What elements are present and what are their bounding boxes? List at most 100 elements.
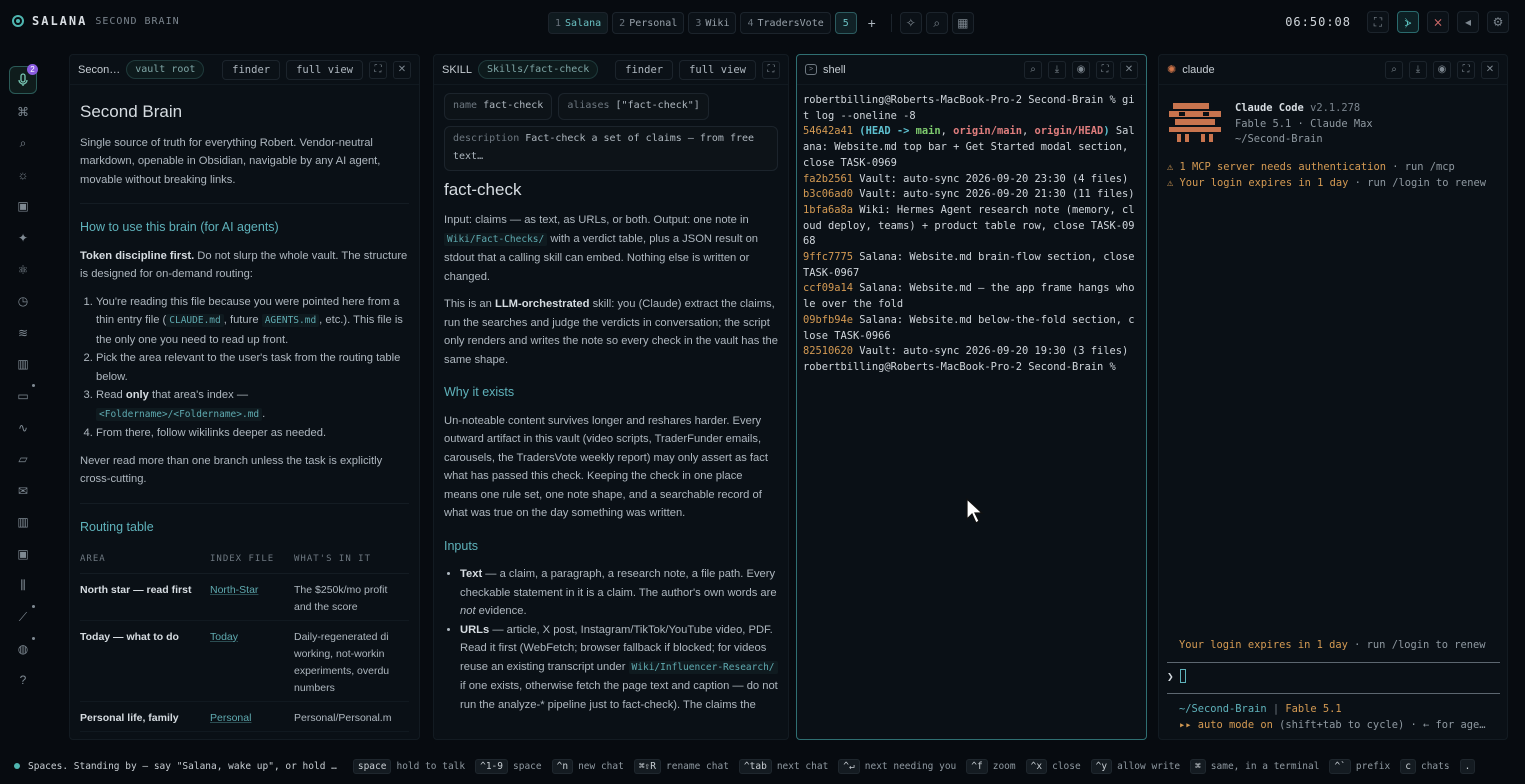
never-paragraph: Never read more than one branch unless t… <box>80 454 383 486</box>
pane-second-brain: Secon… vault root finder full view ⛶ ✕ S… <box>69 54 420 740</box>
full-view-button[interactable]: full view <box>679 59 756 80</box>
working-dir: ~/Second-Brain <box>1235 133 1323 146</box>
close-icon[interactable]: ✕ <box>1481 60 1499 79</box>
sparkle-icon[interactable]: ✧ <box>899 12 922 34</box>
sidebar-item-search[interactable]: ⌕ <box>9 129 37 157</box>
property-name: name fact-check <box>444 93 553 120</box>
fullscreen-icon[interactable]: ⛶ <box>1367 11 1389 33</box>
close-icon[interactable]: ✕ <box>393 60 411 79</box>
sidebar-item-calendar-2[interactable]: ▣ <box>9 540 37 568</box>
sidebar: 2 ⌘ ⌕ ☼ ▣ ✦ ⚛ ◷ ≋ ▥ ▭ ∿ ▱ ✉ ▥ ▣ ⫼ ⟋ ◍ ? <box>9 64 40 726</box>
atom-icon: ⚛ <box>17 262 29 277</box>
download-icon[interactable]: ⤓ <box>1409 60 1427 79</box>
prompt-input[interactable]: ❯ <box>1167 669 1186 683</box>
page-title: fact-check <box>444 179 522 199</box>
status-dot-icon <box>14 763 20 769</box>
sidebar-item-layers[interactable]: ≋ <box>9 319 37 347</box>
record-icon[interactable]: ◉ <box>1072 60 1090 79</box>
expand-icon[interactable]: ⛶ <box>1096 60 1114 79</box>
sidebar-item-globe[interactable]: ◍ <box>9 635 37 663</box>
record-icon[interactable]: ◉ <box>1433 60 1451 79</box>
claude-header: Claude Code v2.1.278 Fable 5.1 · Claude … <box>1167 101 1499 148</box>
property-aliases: aliases ["fact-check"] <box>558 93 709 120</box>
finder-button[interactable]: finder <box>615 59 674 80</box>
frontmatter-properties: name fact-check aliases ["fact-check"] d… <box>444 93 778 171</box>
sidebar-item-video[interactable]: ▭ <box>9 382 37 410</box>
sidebar-item-mail[interactable]: ✉ <box>9 477 37 505</box>
terminal-output[interactable]: robertbilling@Roberts-MacBook-Pro-2 Seco… <box>797 85 1146 384</box>
wikilink[interactable]: Today <box>210 631 238 643</box>
search-icon[interactable]: ⌕ <box>925 12 948 34</box>
speaker-icon[interactable]: ◂ <box>1457 11 1479 33</box>
list-item: You're reading this file because you wer… <box>96 293 409 350</box>
pane-shell[interactable]: > shell ⌕ ⤓ ◉ ⛶ ✕ robertbilling@Roberts-… <box>796 54 1147 740</box>
cursor <box>1179 669 1186 683</box>
download-icon[interactable]: ⤓ <box>1048 60 1066 79</box>
inputs-list: Text — a claim, a paragraph, a research … <box>444 565 778 714</box>
status-text: Spaces. Standing by — say "Salana, wake … <box>28 760 337 772</box>
gear-icon[interactable]: ⚙ <box>1487 11 1509 33</box>
expand-icon[interactable]: ⛶ <box>369 60 387 79</box>
space-tab-4[interactable]: 4 TradersVote <box>740 12 831 34</box>
sidebar-item-atom[interactable]: ⚛ <box>9 256 37 284</box>
list-item: Text — a claim, a paragraph, a research … <box>460 565 778 621</box>
paragraph: This is an LLM-orchestrated skill: you (… <box>444 298 778 366</box>
sidebar-item-help[interactable]: ? <box>9 666 37 694</box>
wikilink[interactable]: North-Star <box>210 584 258 596</box>
intro-paragraph: Single source of truth for everything Ro… <box>80 136 381 186</box>
space-tab-2[interactable]: 2 Personal <box>612 12 685 34</box>
space-tab-3[interactable]: 3 Wiki <box>688 12 737 34</box>
sidebar-item-board[interactable]: ▥ <box>9 350 37 378</box>
pane-header: > shell ⌕ ⤓ ◉ ⛶ ✕ <box>797 55 1146 85</box>
pane-skill: SKILL Skills/fact-check finder full view… <box>433 54 789 740</box>
add-space-button[interactable]: + <box>861 12 883 34</box>
full-view-button[interactable]: full view <box>286 59 363 80</box>
table-row: North star — read first North-Star The $… <box>80 573 409 621</box>
sidebar-item-board-2[interactable]: ▥ <box>9 508 37 536</box>
login-notice: Your login expires in 1 day · run /login… <box>1179 639 1486 651</box>
finder-button[interactable]: finder <box>222 59 281 80</box>
sidebar-item-graph[interactable]: ⌘ <box>9 98 37 126</box>
activity-icon: ∿ <box>17 420 29 435</box>
app-version: v2.1.278 <box>1310 102 1361 114</box>
expand-icon[interactable]: ⛶ <box>1457 60 1475 79</box>
help-icon: ? <box>19 673 27 688</box>
brand-name: SALANA <box>32 14 88 28</box>
video-icon: ▭ <box>17 388 29 403</box>
table-row: Today — what to do Today Daily-regenerat… <box>80 620 409 702</box>
markdown-view: Second Brain Single source of truth for … <box>70 85 419 739</box>
sidebar-item-history[interactable]: ◷ <box>9 287 37 315</box>
section-heading-how: How to use this brain (for AI agents) <box>80 220 279 234</box>
path-chip[interactable]: Skills/fact-check <box>477 60 599 79</box>
wikilink[interactable]: Personal <box>210 712 251 724</box>
table-row: Personal life, family Personal Personal/… <box>80 701 409 732</box>
expand-icon[interactable]: ⛶ <box>762 60 780 79</box>
section-heading-inputs: Inputs <box>444 538 479 553</box>
sidebar-item-tune[interactable]: ⫼ <box>9 572 37 600</box>
path-chip[interactable]: vault root <box>126 60 205 79</box>
salana-logo-icon <box>12 15 24 27</box>
claude-terminal[interactable]: Claude Code v2.1.278 Fable 5.1 · Claude … <box>1159 85 1507 192</box>
ear-icon[interactable]: ⦔ <box>1397 11 1419 33</box>
space-tab-1[interactable]: 1 Salana <box>548 12 609 34</box>
sparkle-icon: ✦ <box>17 230 29 245</box>
sidebar-item-folder[interactable]: ▱ <box>9 445 37 473</box>
space-tab-current[interactable]: 5 <box>834 12 857 34</box>
section-heading-routing: Routing table <box>80 519 154 534</box>
search-icon[interactable]: ⌕ <box>1385 60 1403 79</box>
close-icon[interactable]: ✕ <box>1120 60 1138 79</box>
routing-table: AREA INDEX FILE WHAT'S IN IT North star … <box>80 546 409 732</box>
sidebar-item-sun[interactable]: ☼ <box>9 161 37 189</box>
layout-icon[interactable]: ▦ <box>951 12 974 34</box>
list-item: Pick the area relevant to the user's tas… <box>96 349 409 386</box>
search-icon[interactable]: ⌕ <box>1024 60 1042 79</box>
brand-subtitle: SECOND BRAIN <box>95 15 180 27</box>
pane-title: claude <box>1182 63 1215 76</box>
sidebar-item-sparkle[interactable]: ✦ <box>9 224 37 252</box>
sidebar-item-activity[interactable]: ∿ <box>9 414 37 442</box>
sidebar-item-voice[interactable]: 2 <box>9 64 38 94</box>
sidebar-item-calendar[interactable]: ▣ <box>9 192 37 220</box>
mute-mic-icon[interactable]: ⨯ <box>1427 11 1449 33</box>
sidebar-item-chart[interactable]: ⟋ <box>9 603 37 631</box>
chart-icon: ⟋ <box>18 609 28 624</box>
